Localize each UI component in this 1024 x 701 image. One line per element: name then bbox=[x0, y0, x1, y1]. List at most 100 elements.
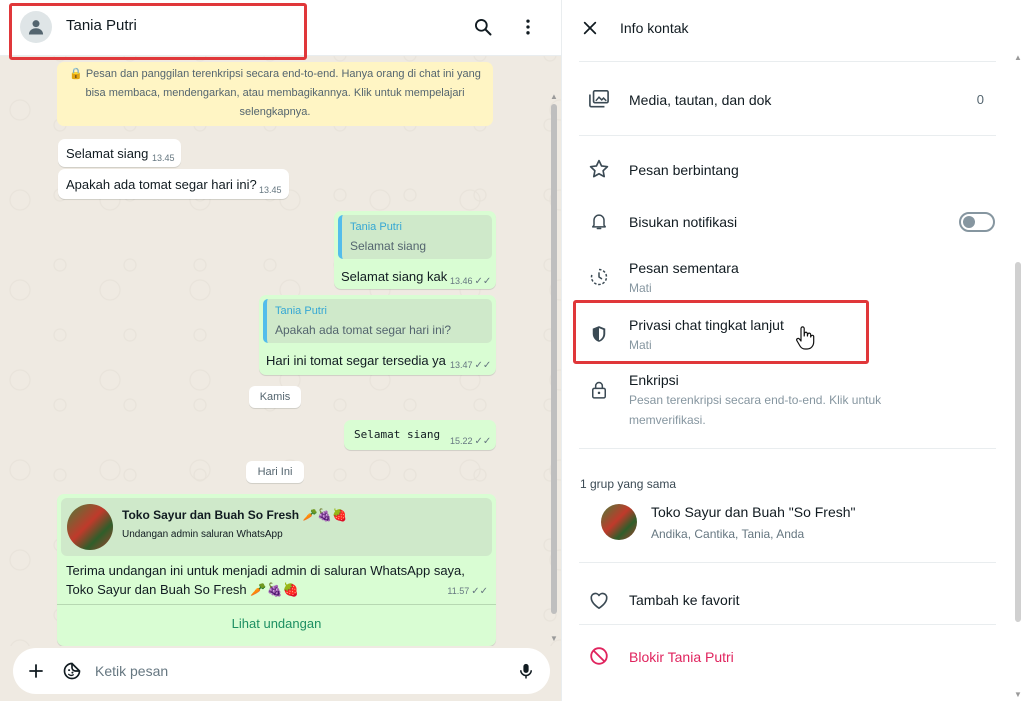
message-time-status: 13.46 ✓✓ bbox=[450, 276, 491, 287]
message-time: 13.47 bbox=[450, 360, 473, 370]
disappearing-value: Mati bbox=[629, 281, 652, 295]
message-time: 13.46 bbox=[450, 276, 473, 286]
contact-name[interactable]: Tania Putri bbox=[66, 17, 137, 34]
contact-avatar[interactable] bbox=[20, 11, 52, 43]
message-bubble[interactable]: Apakah ada tomat segar hari ini? 13.45 bbox=[58, 169, 289, 199]
contact-info-pane: Info kontak Media, tautan, dan dok 0 Pes… bbox=[561, 0, 1024, 701]
mute-toggle[interactable] bbox=[959, 212, 995, 232]
message-bubble[interactable]: Selamat siang 13.45 bbox=[58, 139, 181, 167]
date-chip: Kamis bbox=[249, 386, 301, 408]
scroll-down-arrow-icon[interactable]: ▼ bbox=[549, 634, 559, 643]
attach-button[interactable] bbox=[23, 658, 49, 684]
channel-invite-card[interactable]: Toko Sayur dan Buah So Fresh 🥕🍇🍓 Undanga… bbox=[57, 494, 496, 646]
heart-icon bbox=[587, 588, 611, 612]
microphone-icon bbox=[520, 663, 532, 679]
message-text: Selamat siang bbox=[354, 428, 441, 441]
info-title: Info kontak bbox=[620, 20, 689, 36]
add-to-favorites-row[interactable]: Tambah ke favorit bbox=[562, 580, 1012, 620]
message-bubble[interactable]: Tania Putri Selamat siang Selamat siang … bbox=[334, 211, 496, 289]
message-text: Hari ini tomat segar tersedia ya bbox=[266, 353, 446, 368]
divider bbox=[579, 448, 996, 449]
quoted-sender: Tania Putri bbox=[275, 305, 327, 317]
divider bbox=[579, 562, 996, 563]
disappearing-messages-row[interactable]: Pesan sementara Mati bbox=[562, 255, 1012, 299]
mute-notifications-row[interactable]: Bisukan notifikasi bbox=[562, 202, 1012, 242]
message-time: 15.22 bbox=[450, 436, 473, 446]
bell-icon bbox=[587, 209, 611, 233]
encryption-notice[interactable]: 🔒 Pesan dan panggilan terenkripsi secara… bbox=[57, 62, 493, 126]
quoted-message[interactable]: Tania Putri Selamat siang bbox=[338, 215, 492, 259]
scroll-down-arrow-icon[interactable]: ▼ bbox=[1013, 690, 1023, 699]
message-text: Selamat siang kak bbox=[341, 269, 448, 284]
person-icon bbox=[28, 20, 44, 35]
encryption-label: Enkripsi bbox=[629, 372, 679, 388]
message-time-status: 13.47 ✓✓ bbox=[450, 360, 491, 371]
quoted-sender: Tania Putri bbox=[350, 221, 402, 233]
media-links-docs-row[interactable]: Media, tautan, dan dok 0 bbox=[562, 80, 1012, 120]
scroll-up-arrow-icon[interactable]: ▲ bbox=[549, 92, 559, 101]
block-label: Blokir Tania Putri bbox=[629, 649, 734, 665]
info-scrollbar[interactable] bbox=[1015, 262, 1021, 622]
quoted-text: Selamat siang bbox=[350, 239, 427, 253]
privacy-label: Privasi chat tingkat lanjut bbox=[629, 317, 784, 333]
encryption-row[interactable]: Enkripsi Pesan terenkripsi secara end-to… bbox=[562, 368, 1012, 432]
favorite-label: Tambah ke favorit bbox=[629, 592, 740, 608]
encryption-description: Pesan terenkripsi secara end-to-end. Kli… bbox=[629, 393, 882, 427]
sticker-button[interactable] bbox=[59, 658, 85, 684]
message-bubble[interactable]: Selamat siang 15.22 ✓✓ bbox=[344, 420, 496, 450]
menu-button[interactable] bbox=[515, 14, 541, 40]
divider bbox=[579, 624, 996, 625]
message-time: 13.45 bbox=[259, 185, 282, 195]
message-input[interactable] bbox=[95, 660, 495, 682]
close-info-button[interactable] bbox=[578, 16, 602, 40]
double-check-icon: ✓✓ bbox=[474, 436, 492, 447]
advanced-chat-privacy-row[interactable]: Privasi chat tingkat lanjut Mati bbox=[562, 312, 1012, 356]
more-vertical-icon bbox=[526, 19, 530, 35]
group-members: Andika, Cantika, Tania, Anda bbox=[651, 527, 805, 541]
close-icon bbox=[583, 21, 597, 35]
composer[interactable] bbox=[13, 648, 550, 694]
group-avatar[interactable] bbox=[601, 504, 637, 540]
chat-pane: Tania Putri 🔒 Pesan dan panggilan terenk… bbox=[0, 0, 561, 701]
starred-label: Pesan berbintang bbox=[629, 162, 739, 178]
hand-cursor-icon bbox=[796, 326, 815, 350]
shield-icon bbox=[587, 322, 611, 346]
date-chip: Hari Ini bbox=[246, 461, 304, 483]
lock-icon bbox=[587, 378, 611, 402]
message-text: Selamat siang bbox=[66, 146, 149, 161]
media-count: 0 bbox=[976, 92, 984, 107]
divider bbox=[579, 135, 996, 136]
quoted-text: Apakah ada tomat segar hari ini? bbox=[275, 323, 452, 337]
privacy-value: Mati bbox=[629, 338, 652, 352]
invite-subtitle: Undangan admin saluran WhatsApp bbox=[122, 529, 283, 540]
chat-scrollbar[interactable] bbox=[551, 104, 557, 614]
starred-messages-row[interactable]: Pesan berbintang bbox=[562, 150, 1012, 190]
disappearing-label: Pesan sementara bbox=[629, 260, 739, 276]
divider bbox=[579, 61, 996, 62]
search-icon bbox=[475, 19, 492, 36]
search-button[interactable] bbox=[470, 14, 496, 40]
plus-icon bbox=[29, 664, 43, 678]
double-check-icon: ✓✓ bbox=[474, 360, 492, 371]
sticker-icon bbox=[63, 662, 81, 680]
block-icon bbox=[587, 644, 611, 668]
invite-body: Terima undangan ini untuk menjadi admin … bbox=[66, 563, 465, 597]
chat-header[interactable]: Tania Putri bbox=[0, 0, 561, 56]
message-time-status: 11.57 ✓✓ bbox=[447, 586, 488, 597]
message-text: Apakah ada tomat segar hari ini? bbox=[66, 177, 257, 192]
toggle-knob bbox=[963, 216, 975, 228]
channel-avatar bbox=[67, 504, 113, 550]
view-invite-button[interactable]: Lihat undangan bbox=[57, 605, 496, 643]
message-bubble[interactable]: Tania Putri Apakah ada tomat segar hari … bbox=[259, 295, 496, 375]
voice-message-button[interactable] bbox=[513, 658, 539, 684]
scroll-up-arrow-icon[interactable]: ▲ bbox=[1013, 53, 1023, 62]
star-icon bbox=[587, 157, 611, 181]
quoted-message[interactable]: Tania Putri Apakah ada tomat segar hari … bbox=[263, 299, 492, 343]
invite-header[interactable]: Toko Sayur dan Buah So Fresh 🥕🍇🍓 Undanga… bbox=[61, 498, 492, 556]
media-label: Media, tautan, dan dok bbox=[629, 92, 772, 108]
double-check-icon: ✓✓ bbox=[471, 586, 488, 597]
timer-icon bbox=[587, 265, 611, 289]
block-contact-row[interactable]: Blokir Tania Putri bbox=[562, 636, 1012, 676]
group-name[interactable]: Toko Sayur dan Buah "So Fresh" bbox=[651, 504, 856, 520]
common-groups-caption: 1 grup yang sama bbox=[580, 477, 677, 491]
